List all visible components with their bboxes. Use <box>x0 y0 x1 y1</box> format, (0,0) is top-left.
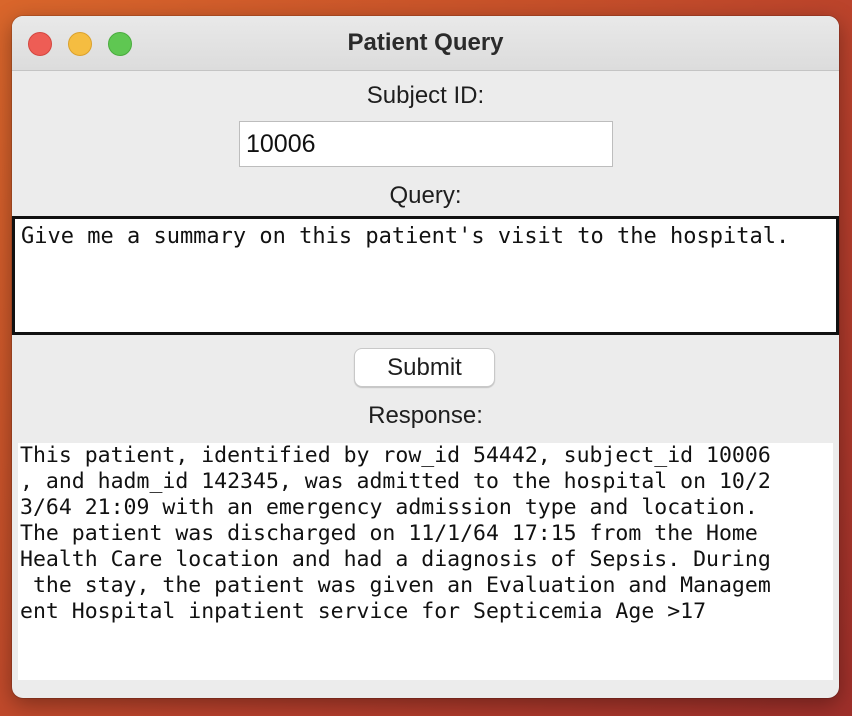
response-line: , and hadm_id 142345, was admitted to th… <box>20 469 771 494</box>
response-line: The patient was discharged on 11/1/64 17… <box>20 521 758 546</box>
app-window: Patient Query Subject ID: 10006 Query: G… <box>12 16 839 698</box>
window-title: Patient Query <box>347 29 504 56</box>
response-label: Response: <box>368 402 483 429</box>
response-line: This patient, identified by row_id 54442… <box>20 443 771 468</box>
query-label: Query: <box>389 182 462 209</box>
response-line: ent Hospital inpatient service for Septi… <box>20 599 707 624</box>
response-line: Health Care location and had a diagnosis… <box>20 547 771 572</box>
subject-id-label: Subject ID: <box>366 82 485 109</box>
submit-button[interactable]: Submit <box>354 348 495 387</box>
response-line: the stay, the patient was given an Evalu… <box>20 573 771 598</box>
response-textarea[interactable]: This patient, identified by row_id 54442… <box>18 443 833 680</box>
response-line: 3/64 21:09 with an emergency admission t… <box>20 495 758 520</box>
query-textarea[interactable]: Give me a summary on this patient's visi… <box>12 216 839 335</box>
subject-id-input[interactable]: 10006 <box>239 121 613 167</box>
title-bar[interactable]: Patient Query <box>12 16 839 71</box>
